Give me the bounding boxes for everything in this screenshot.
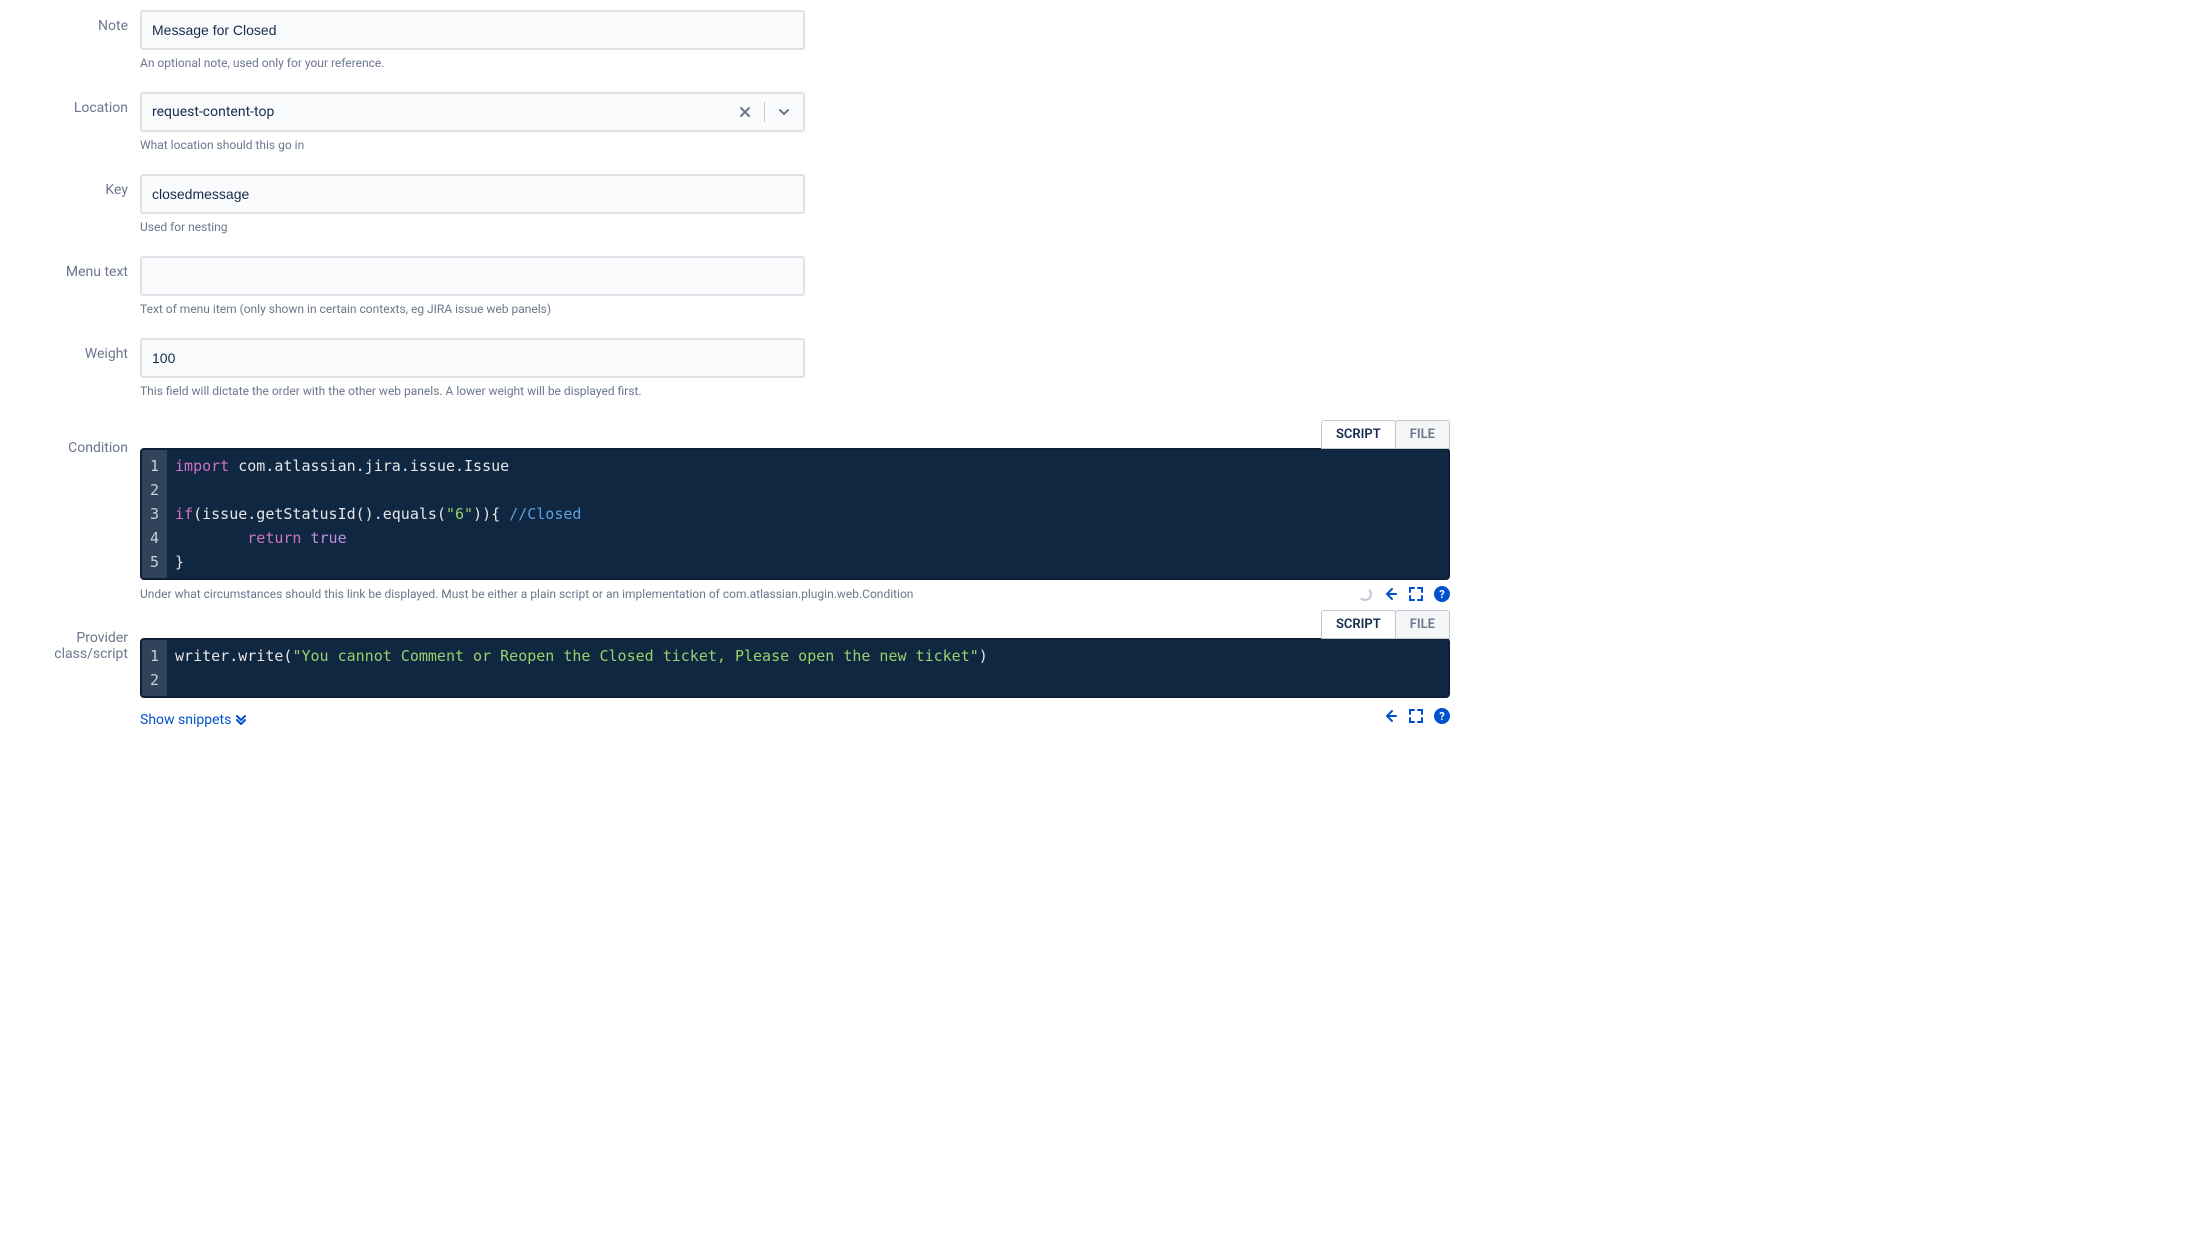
location-label: Location — [20, 92, 140, 116]
spinner-icon — [1358, 587, 1372, 601]
menutext-label: Menu text — [20, 256, 140, 280]
key-input[interactable] — [140, 174, 805, 214]
tab-script[interactable]: SCRIPT — [1321, 420, 1396, 449]
key-help: Used for nesting — [140, 220, 805, 234]
condition-label: Condition — [20, 420, 140, 456]
menutext-help: Text of menu item (only shown in certain… — [140, 302, 805, 316]
condition-code[interactable]: import com.atlassian.jira.issue.Issue if… — [167, 450, 589, 578]
tab-script[interactable]: SCRIPT — [1321, 610, 1396, 639]
tab-file[interactable]: FILE — [1395, 610, 1450, 639]
select-divider — [764, 102, 765, 122]
help-icon[interactable]: ? — [1434, 586, 1450, 602]
key-label: Key — [20, 174, 140, 198]
location-select[interactable]: request-content-top — [140, 92, 805, 132]
arrow-left-icon[interactable] — [1382, 586, 1398, 602]
arrow-left-icon[interactable] — [1382, 708, 1398, 724]
help-icon[interactable]: ? — [1434, 708, 1450, 724]
condition-editor[interactable]: 12345 import com.atlassian.jira.issue.Is… — [140, 448, 1450, 580]
note-help: An optional note, used only for your ref… — [140, 56, 805, 70]
provider-label: Provider class/script — [20, 610, 140, 662]
weight-help: This field will dictate the order with t… — [140, 384, 805, 398]
provider-code[interactable]: writer.write("You cannot Comment or Reop… — [167, 640, 996, 696]
provider-gutter: 12 — [142, 640, 167, 696]
condition-tabs: SCRIPT FILE — [140, 420, 1450, 449]
condition-help: Under what circumstances should this lin… — [140, 587, 1348, 601]
clear-icon[interactable] — [734, 103, 756, 121]
show-snippets-link[interactable]: Show snippets — [140, 712, 247, 728]
weight-label: Weight — [20, 338, 140, 362]
location-value: request-content-top — [152, 104, 734, 120]
provider-tabs: SCRIPT FILE — [140, 610, 1450, 639]
condition-gutter: 12345 — [142, 450, 167, 578]
expand-icon[interactable] — [1408, 586, 1424, 602]
double-chevron-down-icon — [235, 714, 247, 726]
expand-icon[interactable] — [1408, 708, 1424, 724]
provider-editor[interactable]: 12 writer.write("You cannot Comment or R… — [140, 638, 1450, 698]
menutext-input[interactable] — [140, 256, 805, 296]
location-help: What location should this go in — [140, 138, 805, 152]
note-input[interactable] — [140, 10, 805, 50]
note-label: Note — [20, 10, 140, 34]
tab-file[interactable]: FILE — [1395, 420, 1450, 449]
chevron-down-icon[interactable] — [773, 103, 795, 121]
weight-input[interactable] — [140, 338, 805, 378]
